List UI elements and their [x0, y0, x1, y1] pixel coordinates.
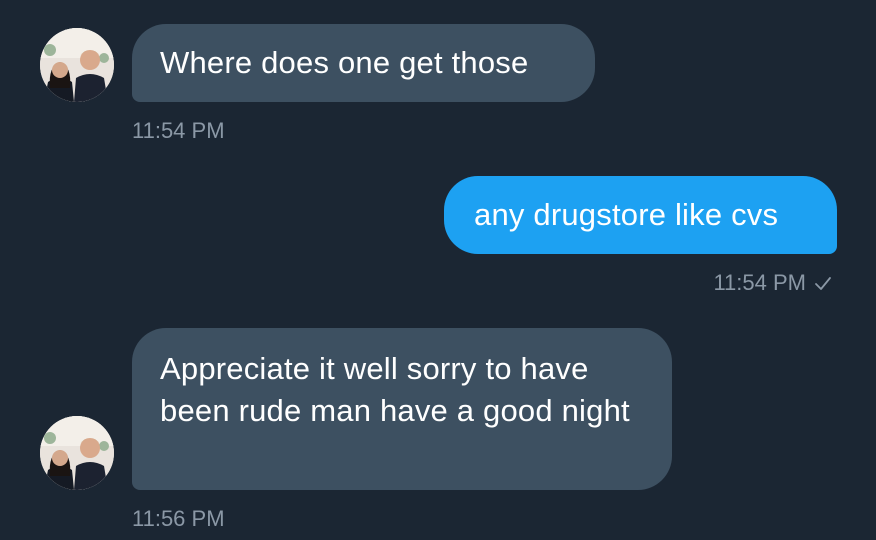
- checkmark-icon: [814, 272, 832, 298]
- timestamp-text: 11:56 PM: [132, 506, 225, 531]
- timestamp-text: 11:54 PM: [713, 270, 806, 295]
- message-bubble-incoming[interactable]: Where does one get those: [132, 24, 595, 102]
- avatar-photo-icon: [40, 28, 114, 102]
- contact-avatar[interactable]: [40, 28, 114, 102]
- message-timestamp: 11:56 PM: [132, 506, 225, 532]
- message-bubble-incoming[interactable]: Appreciate it well sorry to have been ru…: [132, 328, 672, 490]
- message-timestamp: 11:54 PM: [132, 118, 225, 144]
- timestamp-text: 11:54 PM: [132, 118, 225, 143]
- message-text: Appreciate it well sorry to have been ru…: [160, 351, 630, 428]
- message-text: any drugstore like cvs: [474, 197, 779, 232]
- message-timestamp: 11:54 PM: [713, 270, 832, 298]
- contact-avatar[interactable]: [40, 416, 114, 490]
- avatar-photo-icon: [40, 416, 114, 490]
- message-bubble-outgoing[interactable]: any drugstore like cvs: [444, 176, 837, 254]
- message-text: Where does one get those: [160, 45, 529, 80]
- conversation-thread[interactable]: Where does one get those 11:54 PM any dr…: [0, 0, 876, 540]
